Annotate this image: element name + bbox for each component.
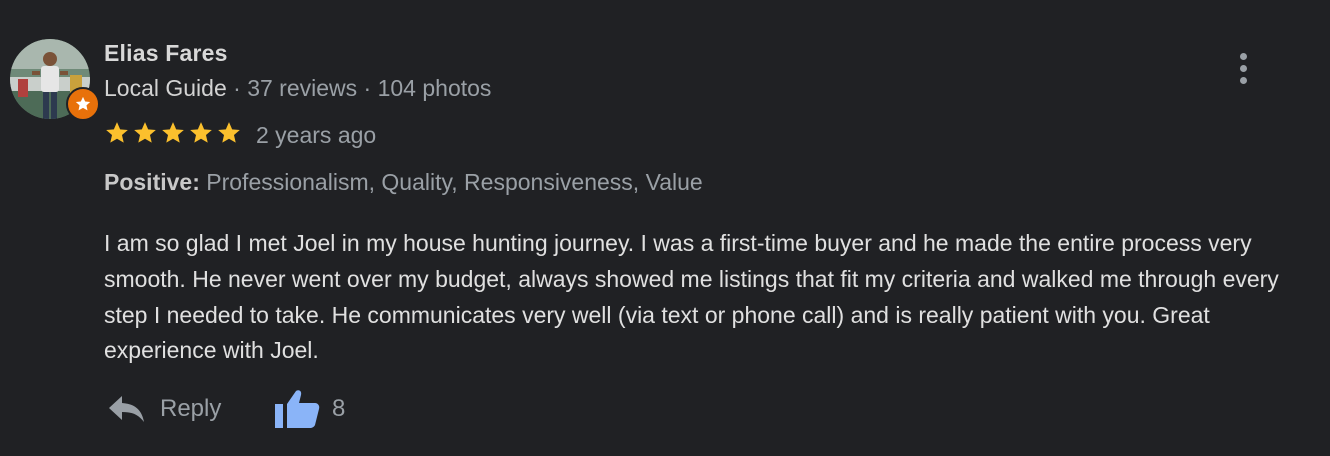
positive-label: Positive: [104, 169, 200, 195]
local-guide-star-icon [75, 96, 91, 111]
like-button[interactable]: 8 [274, 388, 345, 430]
star-icon [190, 122, 212, 143]
star-icon [162, 122, 184, 143]
positive-items: Professionalism, Quality, Responsiveness… [206, 169, 703, 195]
meta-separator: · [357, 75, 378, 101]
more-vert-dot [1239, 76, 1247, 84]
star-icon [106, 122, 128, 143]
reply-arrow-icon [109, 396, 144, 422]
reply-button[interactable]: Reply [106, 392, 221, 426]
star-icon [134, 122, 156, 143]
positive-attributes: Positive: Professionalism, Quality, Resp… [104, 169, 703, 196]
review-count: 37 reviews [247, 75, 358, 101]
star-icon [218, 122, 240, 143]
local-guide-badge [66, 87, 100, 121]
more-vert-dot [1239, 64, 1247, 72]
review-date: 2 years ago [256, 122, 377, 148]
thumbs-up-icon [275, 390, 320, 428]
more-vert-icon [1239, 52, 1247, 60]
reviewer-name[interactable]: Elias Fares [104, 40, 228, 67]
meta-separator: · [226, 75, 248, 101]
reply-label: Reply [160, 395, 222, 422]
photo-count: 104 photos [377, 75, 492, 101]
like-count: 8 [332, 395, 346, 422]
more-options-button[interactable] [1228, 48, 1258, 88]
reviewer-meta: Local Guide · 37 reviews · 104 photos [104, 75, 491, 102]
star-rating [104, 120, 242, 146]
local-guide-label: Local Guide [104, 75, 227, 101]
avatar[interactable] [10, 39, 100, 121]
review-text: I am so glad I met Joel in my house hunt… [104, 230, 1279, 364]
